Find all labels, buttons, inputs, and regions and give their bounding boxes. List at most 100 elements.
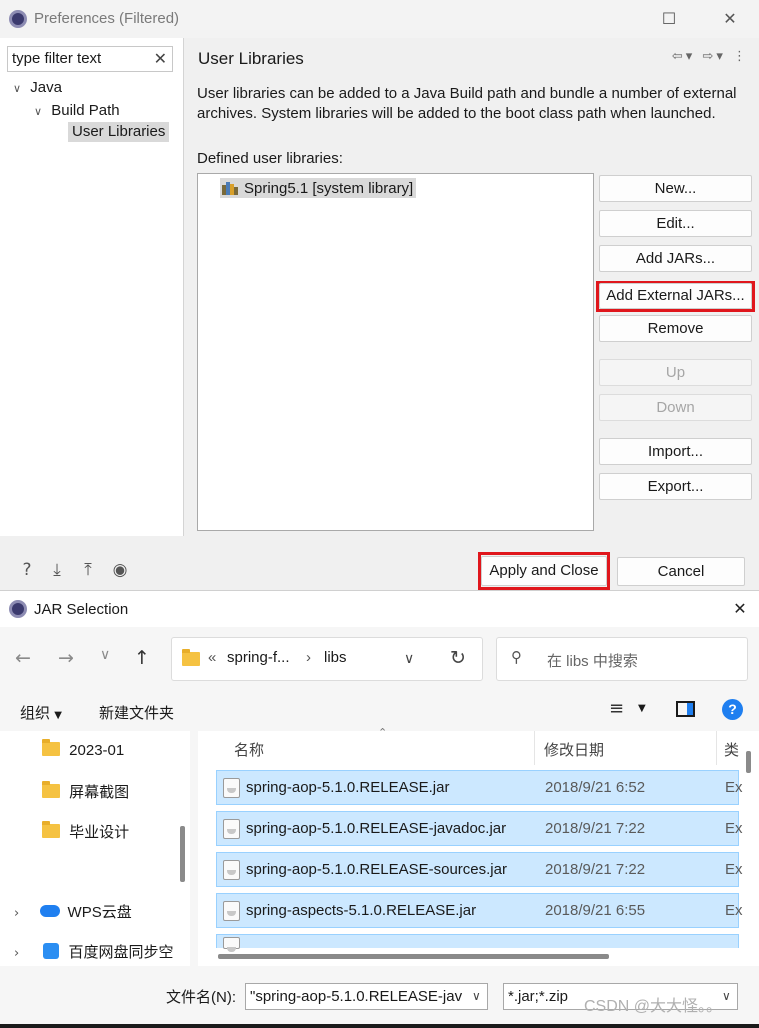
file-date: 2018/9/21 7:22 [545, 861, 646, 878]
maximize-icon[interactable]: ☐ [656, 6, 682, 32]
nav-item[interactable]: 2023-01 [42, 739, 125, 759]
file-date: 2018/9/21 6:55 [545, 902, 646, 919]
page-description: User libraries can be added to a Java Bu… [197, 85, 737, 122]
tree-item-user-libraries[interactable]: User Libraries [68, 122, 170, 142]
export-button[interactable]: Export... [599, 473, 752, 500]
filename-input[interactable]: "spring-aop-5.1.0.RELEASE-jav [250, 988, 464, 1005]
filename-combobox[interactable]: "spring-aop-5.1.0.RELEASE-jav ∨ [245, 983, 488, 1010]
address-dropdown-icon[interactable]: ∨ [404, 651, 414, 667]
filter-input[interactable]: type filter text ✕ [7, 46, 173, 72]
dropdown-icon: ▼ [54, 710, 62, 721]
file-type: Ex [725, 779, 743, 796]
column-header-name[interactable]: 名称 [234, 739, 264, 760]
sort-up-icon: ⌃ [378, 726, 388, 739]
back-icon[interactable]: ⇦▾ [672, 49, 695, 64]
search-input[interactable]: 在 libs 中搜索 [547, 650, 638, 671]
page-nav-controls[interactable]: ⇦▾ ⇨▾ ⋮ [672, 49, 749, 64]
file-row-partial[interactable] [216, 934, 739, 952]
chevron-down-icon[interactable]: ∨ [472, 989, 481, 1003]
recent-dropdown-icon[interactable]: ∨ [100, 647, 110, 663]
navigation-bar: ← → ∨ ↑ « spring-f... › libs ∨ ↻ ⚲ 在 lib… [0, 627, 759, 689]
file-row[interactable]: spring-aop-5.1.0.RELEASE-sources.jar 201… [216, 852, 743, 887]
close-icon[interactable]: ✕ [727, 596, 753, 622]
jar-dialog-titlebar: JAR Selection ✕ [0, 590, 759, 627]
jar-file-icon [223, 819, 240, 839]
address-bar[interactable]: « spring-f... › libs ∨ ↻ [171, 637, 483, 681]
baidu-disk-icon [43, 943, 60, 959]
jar-selection-dialog: JAR Selection ✕ ← → ∨ ↑ « spring-f... › … [0, 590, 759, 1028]
help-icon[interactable]: ? [722, 699, 743, 720]
cloud-icon [40, 905, 61, 917]
import-button[interactable]: Import... [599, 438, 752, 465]
nav-item-label: 2023-01 [69, 742, 125, 759]
breadcrumb-current[interactable]: libs [324, 649, 347, 666]
file-list[interactable]: ⌃ 名称 修改日期 类 spring-aop-5.1.0.RELEASE.jar… [198, 726, 759, 966]
nav-item-label: 毕业设计 [69, 824, 130, 841]
refresh-icon[interactable]: ↻ [450, 647, 466, 669]
chevron-down-icon[interactable]: ∨ [722, 989, 731, 1003]
tree-item-build-path[interactable]: ∨ Build Path [34, 102, 120, 119]
file-type: Ex [725, 861, 743, 878]
filetype-value: *.jar;*.zip [508, 988, 569, 1005]
breadcrumb-parent[interactable]: spring-f... [227, 649, 290, 666]
file-row[interactable]: spring-aop-5.1.0.RELEASE.jar 2018/9/21 6… [216, 770, 743, 805]
horizontal-scrollbar[interactable] [218, 954, 609, 959]
file-name: spring-aspects-5.1.0.RELEASE.jar [246, 902, 477, 919]
filter-text: type filter text [12, 50, 102, 67]
new-button[interactable]: New... [599, 175, 752, 202]
apply-and-close-button[interactable]: Apply and Close [481, 556, 607, 586]
dialog-title: JAR Selection [34, 601, 129, 618]
import-prefs-icon[interactable]: ⤓ [46, 559, 68, 581]
remove-button[interactable]: Remove [599, 315, 752, 342]
navigation-pane: 2023-01 屏幕截图 毕业设计 › WPS云盘 › 百度网盘同步空 [0, 731, 190, 966]
preferences-bottom-bar: ? ⤓ ⤒ ◉ Apply and Close Cancel [0, 536, 759, 590]
window-title: Preferences (Filtered) [34, 10, 180, 27]
chevron-right-icon[interactable]: › [14, 946, 19, 961]
preferences-tree-pane: type filter text ✕ ∨ Java ∨ Build Path U… [0, 38, 184, 536]
eclipse-icon [9, 10, 27, 28]
library-item[interactable]: Spring5.1 [system library] [220, 178, 417, 198]
nav-item-wps[interactable]: › WPS云盘 [14, 901, 132, 922]
nav-item[interactable]: 屏幕截图 [42, 781, 129, 802]
file-row[interactable]: spring-aop-5.1.0.RELEASE-javadoc.jar 201… [216, 811, 743, 846]
up-arrow-icon[interactable]: ↑ [134, 647, 150, 669]
add-external-jars-button[interactable]: Add External JARs... [599, 283, 752, 309]
chevron-down-icon[interactable]: ∨ [13, 82, 21, 95]
vertical-scrollbar[interactable] [746, 751, 751, 773]
column-header-type[interactable]: 类 [724, 739, 739, 760]
forward-arrow-icon[interactable]: → [58, 647, 74, 669]
new-folder-button[interactable]: 新建文件夹 [99, 702, 174, 723]
back-arrow-icon[interactable]: ← [15, 647, 31, 669]
close-icon[interactable]: ✕ [717, 6, 743, 32]
chevron-right-icon[interactable]: › [14, 906, 19, 921]
column-divider[interactable] [534, 731, 535, 765]
search-box[interactable]: ⚲ 在 libs 中搜索 [496, 637, 748, 681]
up-button[interactable]: Up [599, 359, 752, 386]
chevron-down-icon[interactable]: ∨ [34, 105, 42, 118]
column-divider[interactable] [716, 731, 717, 765]
edit-button[interactable]: Edit... [599, 210, 752, 237]
column-header-modified[interactable]: 修改日期 [544, 739, 604, 760]
breadcrumb-overflow[interactable]: « [208, 649, 216, 666]
tree-item-java[interactable]: ∨ Java [13, 79, 62, 96]
help-icon[interactable]: ? [16, 559, 38, 581]
jar-file-icon [223, 778, 240, 798]
export-prefs-icon[interactable]: ⤒ [77, 559, 99, 581]
preview-pane-icon[interactable] [676, 701, 695, 717]
more-icon[interactable]: ⋮ [733, 49, 749, 64]
cancel-button[interactable]: Cancel [617, 557, 745, 586]
down-button[interactable]: Down [599, 394, 752, 421]
record-icon[interactable]: ◉ [109, 559, 131, 581]
file-type: Ex [725, 820, 743, 837]
user-libraries-list[interactable]: Spring5.1 [system library] [197, 173, 594, 531]
add-jars-button[interactable]: Add JARs... [599, 245, 752, 272]
view-dropdown-icon[interactable]: ▼ [638, 703, 646, 714]
clear-filter-icon[interactable]: ✕ [154, 49, 167, 68]
nav-scrollbar[interactable] [180, 826, 185, 882]
forward-icon[interactable]: ⇨▾ [702, 49, 725, 64]
file-row[interactable]: spring-aspects-5.1.0.RELEASE.jar 2018/9/… [216, 893, 743, 928]
organize-menu[interactable]: 组织 ▼ [20, 702, 62, 723]
nav-item[interactable]: 毕业设计 [42, 821, 129, 842]
nav-item-baidu[interactable]: › 百度网盘同步空 [14, 941, 174, 962]
view-options-icon[interactable]: ≡ [609, 698, 624, 719]
